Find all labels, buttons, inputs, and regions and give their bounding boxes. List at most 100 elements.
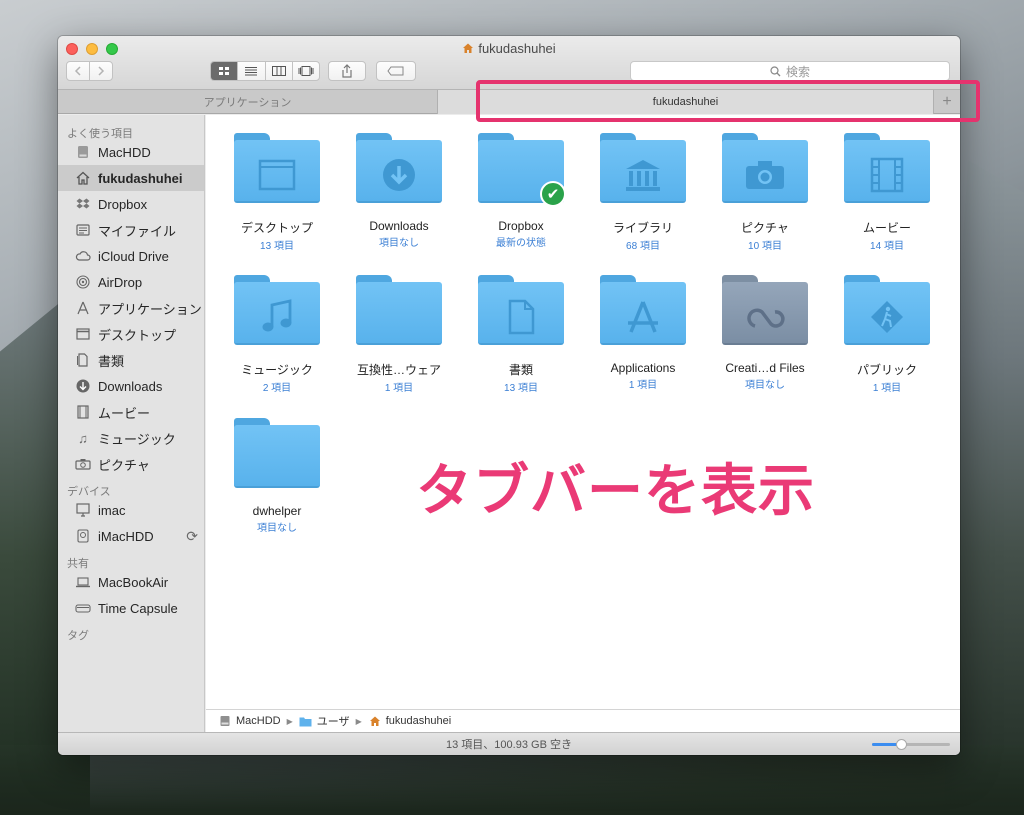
sidebar-item-desktop[interactable]: デスクトップ	[58, 321, 204, 347]
share-button[interactable]	[328, 61, 366, 81]
file-name: ライブラリ	[612, 221, 673, 235]
coverflow-view-button[interactable]	[293, 62, 319, 80]
file-info: 2 項目	[262, 383, 292, 394]
file-info: 最新の状態	[496, 238, 546, 249]
columns-icon	[271, 66, 286, 76]
sidebar-item-downloads[interactable]: Downloads	[58, 373, 204, 399]
folder-item-dwhelper[interactable]: dwhelper 項目なし	[216, 418, 338, 534]
icon-view-button[interactable]	[211, 62, 239, 80]
document-glyph-icon	[478, 297, 564, 337]
window-title-text: fukudashuhei	[478, 41, 556, 56]
all-my-files-icon	[74, 222, 92, 238]
sync-icon[interactable]: ⟳	[186, 528, 198, 545]
library-glyph-icon	[600, 155, 686, 195]
sidebar-item-label: iCloud Drive	[98, 248, 169, 264]
sidebar-item-movies[interactable]: ムービー	[58, 399, 204, 425]
folder-item-music[interactable]: ミュージック 2 項目	[216, 275, 338, 394]
sidebar-item-machdd[interactable]: MacHDD	[58, 139, 204, 165]
folder-item-creative-cloud[interactable]: Creati…d Files 項目なし	[704, 275, 826, 391]
sidebar-item-all-my-files[interactable]: マイファイル	[58, 217, 204, 243]
home-icon	[463, 43, 474, 53]
download-icon	[74, 378, 92, 394]
view-mode-group	[210, 61, 320, 81]
forward-button[interactable]	[89, 61, 113, 81]
sidebar-item-label: Dropbox	[98, 196, 148, 212]
file-info: 1 項目	[872, 383, 902, 394]
download-glyph-icon	[356, 155, 442, 195]
path-item-users[interactable]: ユーザ	[317, 713, 350, 729]
sidebar-item-imac[interactable]: imac	[58, 497, 204, 523]
sidebar: よく使う項目 MacHDD fukudashuhei Dropbox マイファイ…	[58, 115, 205, 732]
status-bar: 13 項目、100.93 GB 空き	[58, 732, 960, 755]
music-icon: ♫	[78, 430, 88, 446]
sidebar-item-timecapsule[interactable]: Time Capsule	[58, 595, 204, 621]
camera-icon	[74, 456, 92, 472]
sidebar-item-applications[interactable]: アプリケーション	[58, 295, 204, 321]
sidebar-item-airdrop[interactable]: AirDrop	[58, 269, 204, 295]
folder-item-public[interactable]: パブリック 1 項目	[826, 275, 948, 394]
sidebar-item-label: 書類	[98, 353, 125, 369]
tab-applications[interactable]: アプリケーション	[58, 90, 438, 114]
file-name: Creati…d Files	[725, 361, 805, 375]
path-item-machdd[interactable]: MacHDD	[236, 715, 281, 727]
icon-size-slider[interactable]	[872, 739, 950, 750]
sidebar-item-label: MacBookAir	[98, 574, 169, 590]
search-field[interactable]: 検索	[630, 61, 950, 81]
cloud-icon	[74, 248, 92, 264]
tag-button[interactable]	[376, 61, 416, 81]
sidebar-item-pictures[interactable]: ピクチャ	[58, 451, 204, 477]
file-info: 14 項目	[870, 241, 904, 252]
file-info: 10 項目	[748, 241, 782, 252]
coverflow-icon	[298, 66, 314, 76]
file-name: 書類	[508, 363, 533, 377]
file-name: dwhelper	[252, 504, 302, 518]
sidebar-item-imachdd[interactable]: iMacHDD ⟳	[58, 523, 204, 549]
imac-icon	[74, 502, 92, 518]
sidebar-item-label: マイファイル	[98, 223, 177, 239]
sidebar-item-label: Downloads	[98, 378, 163, 394]
home-icon	[74, 170, 92, 186]
folder-item-movies[interactable]: ムービー 14 項目	[826, 133, 948, 252]
folder-item-applications[interactable]: Applications 1 項目	[582, 275, 704, 391]
folder-item-downloads[interactable]: Downloads 項目なし	[338, 133, 460, 249]
list-view-button[interactable]	[238, 62, 266, 80]
file-name: Downloads	[369, 219, 429, 233]
path-item-home[interactable]: fukudashuhei	[386, 715, 451, 727]
sidebar-item-music[interactable]: ♫ ミュージック	[58, 425, 204, 451]
sidebar-item-home[interactable]: fukudashuhei	[58, 165, 204, 191]
folder-item-dropbox[interactable]: ✔ Dropbox 最新の状態	[460, 133, 582, 249]
column-view-button[interactable]	[266, 62, 293, 80]
public-glyph-icon	[844, 297, 930, 337]
sidebar-header-devices: デバイス	[67, 486, 111, 498]
new-tab-button[interactable]: +	[934, 90, 960, 114]
file-info: 項目なし	[257, 523, 297, 534]
movie-icon	[74, 404, 92, 420]
sidebar-item-documents[interactable]: 書類	[58, 347, 204, 373]
timemachine-icon	[74, 528, 92, 544]
tab-bar: アプリケーション fukudashuhei +	[58, 90, 960, 114]
folder-item-documents[interactable]: 書類 13 項目	[460, 275, 582, 394]
search-placeholder: 検索	[785, 64, 810, 79]
sidebar-item-label: ピクチャ	[98, 457, 150, 473]
folder-item-pictures[interactable]: ピクチャ 10 項目	[704, 133, 826, 252]
back-button[interactable]	[66, 61, 90, 81]
zoom-knob[interactable]	[895, 739, 907, 750]
applications-icon	[74, 300, 92, 316]
sidebar-item-macbookair[interactable]: MacBookAir	[58, 569, 204, 595]
sidebar-item-dropbox[interactable]: Dropbox	[58, 191, 204, 217]
sidebar-item-label: ムービー	[98, 405, 151, 421]
tab-fukudashuhei[interactable]: fukudashuhei	[438, 90, 934, 114]
dropbox-icon	[74, 196, 92, 212]
share-icon	[342, 64, 352, 78]
desktop-icon	[74, 326, 92, 342]
sidebar-item-label: アプリケーション	[98, 301, 202, 317]
status-text: 13 項目、100.93 GB 空き	[446, 739, 572, 751]
titlebar: fukudashuhei 検索	[58, 36, 960, 90]
folder-item-desktop[interactable]: デスクトップ 13 項目	[216, 133, 338, 252]
sidebar-item-icloud[interactable]: iCloud Drive	[58, 243, 204, 269]
sidebar-item-label: ミュージック	[98, 431, 176, 447]
file-name: Applications	[610, 361, 676, 375]
folder-item-library[interactable]: ライブラリ 68 項目	[582, 133, 704, 252]
file-name: パブリック	[856, 363, 917, 377]
folder-item-compat[interactable]: 互換性…ウェア 1 項目	[338, 275, 460, 394]
